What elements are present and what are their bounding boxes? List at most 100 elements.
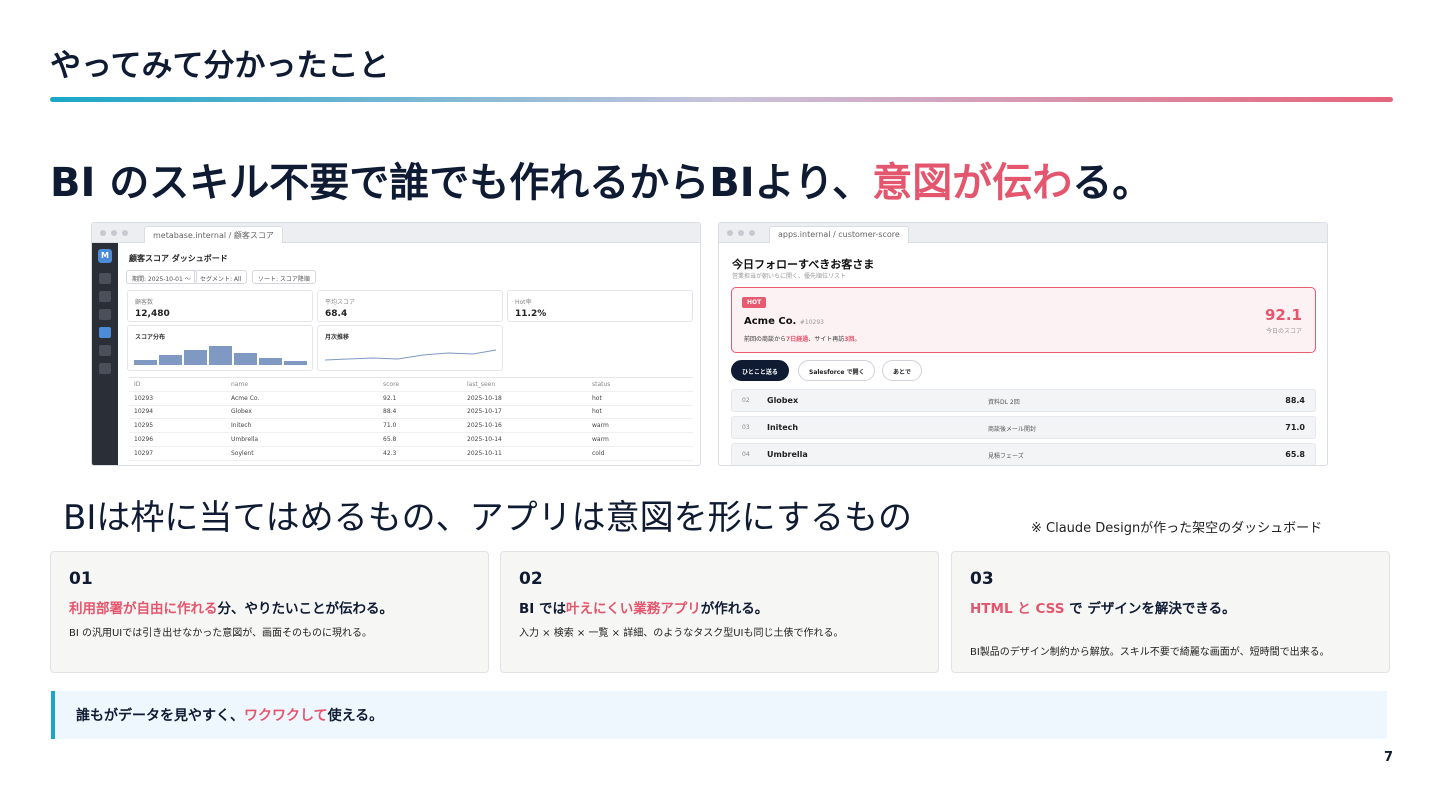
nav-icon[interactable] [99,309,111,320]
point-card-1: 01 利用部署が自由に作れる分、やりたいことが伝わる。 BI の汎用UIでは引き… [50,551,489,673]
send-message-button[interactable]: ひとこと送る [731,360,789,381]
table-cell: Soylent [231,449,254,457]
card-heading: 利用部署が自由に作れる分、やりたいことが伝わる。 [69,601,393,617]
histogram-bar [209,346,232,365]
hot-name-text: Acme Co. [744,316,797,327]
page-number: 7 [1384,750,1394,765]
table-cell: warm [592,422,609,430]
table-cell: Acme Co. [231,394,260,402]
hot-note: 前回の商談から7日経過、サイト再訪3回。 [744,336,861,343]
histogram-bar [184,349,207,365]
table-cell: 10296 [134,436,154,444]
url-tab[interactable]: apps.internal / customer-score [769,226,909,243]
filter-sort[interactable]: ソート: スコア降順 [252,270,316,284]
table-cell: 42.3 [383,449,397,457]
column-header[interactable]: score [378,381,462,388]
card-heading: BI では叶えにくい業務アプリが作れる。 [519,601,769,617]
table-header: ID name score last_seen status [129,378,693,392]
slide-title: やってみて分かったこと [50,48,390,84]
table-cell: Globex [231,408,252,416]
kpi-value: 11.2% [515,309,547,319]
kpi-card: 顧客数 12,480 [127,290,313,322]
browser-bar: apps.internal / customer-score [719,223,1327,243]
table-cell: 88.4 [383,408,397,416]
kpi-value: 68.4 [325,309,348,319]
kpi-label: 平均スコア [325,299,356,306]
nav-icon[interactable] [99,363,111,374]
histogram-bar [134,359,157,365]
trend-card: 月次推移 [317,325,503,371]
card-heading: HTML と CSS で デザインを解決できる。 [970,601,1236,617]
column-header[interactable]: name [226,381,378,388]
nav-icon[interactable] [99,291,111,302]
hot-badge: HOT [742,297,767,308]
table-cell: 10295 [134,422,154,430]
table-cell: 71.0 [383,422,397,430]
headline-highlight: 意図が伝わ [872,160,1073,206]
kpi-value: 12,480 [135,309,170,319]
subheadline: BIは枠に当てはめるもの、アプリは意図を形にするもの [63,498,913,538]
list-item[interactable]: 04 Umbrella 見積フェーズ 65.8 [731,443,1316,465]
callout-text: 誰もがデータを見やすく、ワクワクして使える。 [76,708,384,724]
hot-customer-name: Acme Co. #10293 [744,316,824,327]
card-number: 02 [519,569,543,589]
column-header[interactable]: last_seen [462,381,587,388]
point-card-2: 02 BI では叶えにくい業務アプリが作れる。 入力 × 検索 × 一覧 × 詳… [500,551,939,673]
nav-icon[interactable] [99,345,111,356]
window-controls [100,230,128,236]
open-salesforce-button[interactable]: Salesforce で開く [798,360,876,381]
table-row[interactable]: 10296 Umbrella 65.8 2025-10-14 warm [129,433,693,447]
table-cell: warm [592,436,609,444]
table-cell: 2025-10-14 [467,436,502,444]
histogram-bar [259,357,282,365]
filter-segment[interactable]: セグメント: All [194,270,248,284]
table-row[interactable]: 10297 Soylent 42.3 2025-10-11 cold [129,447,693,461]
headline: BI のスキル不要で誰でも作れるからBIより、意図が伝わる。 [50,150,1152,208]
column-header[interactable]: ID [129,381,226,388]
table-cell: Initech [231,422,252,430]
card-body: BI の汎用UIでは引き出せなかった意図が、画面そのものに現れる。 [69,628,373,639]
hot-score: 92.1 [1264,306,1302,324]
dashboard-title: 顧客スコア ダッシュボード [129,254,228,263]
table-row[interactable]: 10295 Initech 71.0 2025-10-16 warm [129,419,693,434]
kpi-card: Hot率 11.2% [507,290,693,322]
footnote: ※ Claude Designが作った架空のダッシュボード [1031,521,1323,536]
table-cell: 2025-10-18 [467,394,502,402]
kpi-label: Hot率 [515,299,532,306]
list-item[interactable]: 02 Globex 資料DL 2回 88.4 [731,389,1316,412]
table-cell: 2025-10-16 [467,422,502,430]
headline-text: BI のスキル不要で誰でも作れるからBIより、 [50,160,873,206]
table-cell: hot [592,394,602,402]
metabase-logo-icon[interactable]: M [98,249,112,263]
table-cell: cold [592,449,605,457]
table-row[interactable]: 10294 Globex 88.4 2025-10-17 hot [129,406,693,420]
column-header[interactable]: status [587,381,687,388]
histogram-bar [234,352,257,365]
title-divider [50,97,1393,102]
metabase-window: metabase.internal / 顧客スコア M 顧客スコア ダッシュボー… [91,222,701,466]
filter-period[interactable]: 期間: 2025-10-01 〜 [126,270,197,284]
point-card-3: 03 HTML と CSS で デザインを解決できる。 BI製品のデザイン制約か… [951,551,1390,673]
table-cell: 10294 [134,408,154,416]
nav-icon[interactable] [99,273,111,284]
kpi-card: 平均スコア 68.4 [317,290,503,322]
histogram-title: スコア分布 [135,334,166,341]
histogram-bar [284,361,307,365]
table-cell: 2025-10-17 [467,408,502,416]
histogram-card: スコア分布 [127,325,313,371]
url-tab[interactable]: metabase.internal / 顧客スコア [144,226,283,243]
card-body: BI製品のデザイン制約から解放。スキル不要で綺麗な画面が、短時間で出来る。 [970,647,1330,658]
app-title: 今日フォローすべきお客さま [732,258,875,271]
nav-icon-active[interactable] [99,327,111,338]
hot-customer-card[interactable]: HOT Acme Co. #10293 前回の商談から7日経過、サイト再訪3回。… [731,287,1316,353]
table-row[interactable]: 10293 Acme Co. 92.1 2025-10-18 hot [129,392,693,406]
list-item[interactable]: 03 Initech 商談後メール開封 71.0 [731,416,1316,439]
browser-bar: metabase.internal / 顧客スコア [92,223,700,243]
later-button[interactable]: あとで [882,360,922,381]
app-subtitle: 営業担当が朝いちに開く、優先順位リスト [732,273,847,280]
hot-id: #10293 [799,319,824,326]
sidebar: M [92,243,118,465]
trend-line [324,349,497,361]
window-controls [727,230,755,236]
headline-end: る。 [1072,160,1153,206]
